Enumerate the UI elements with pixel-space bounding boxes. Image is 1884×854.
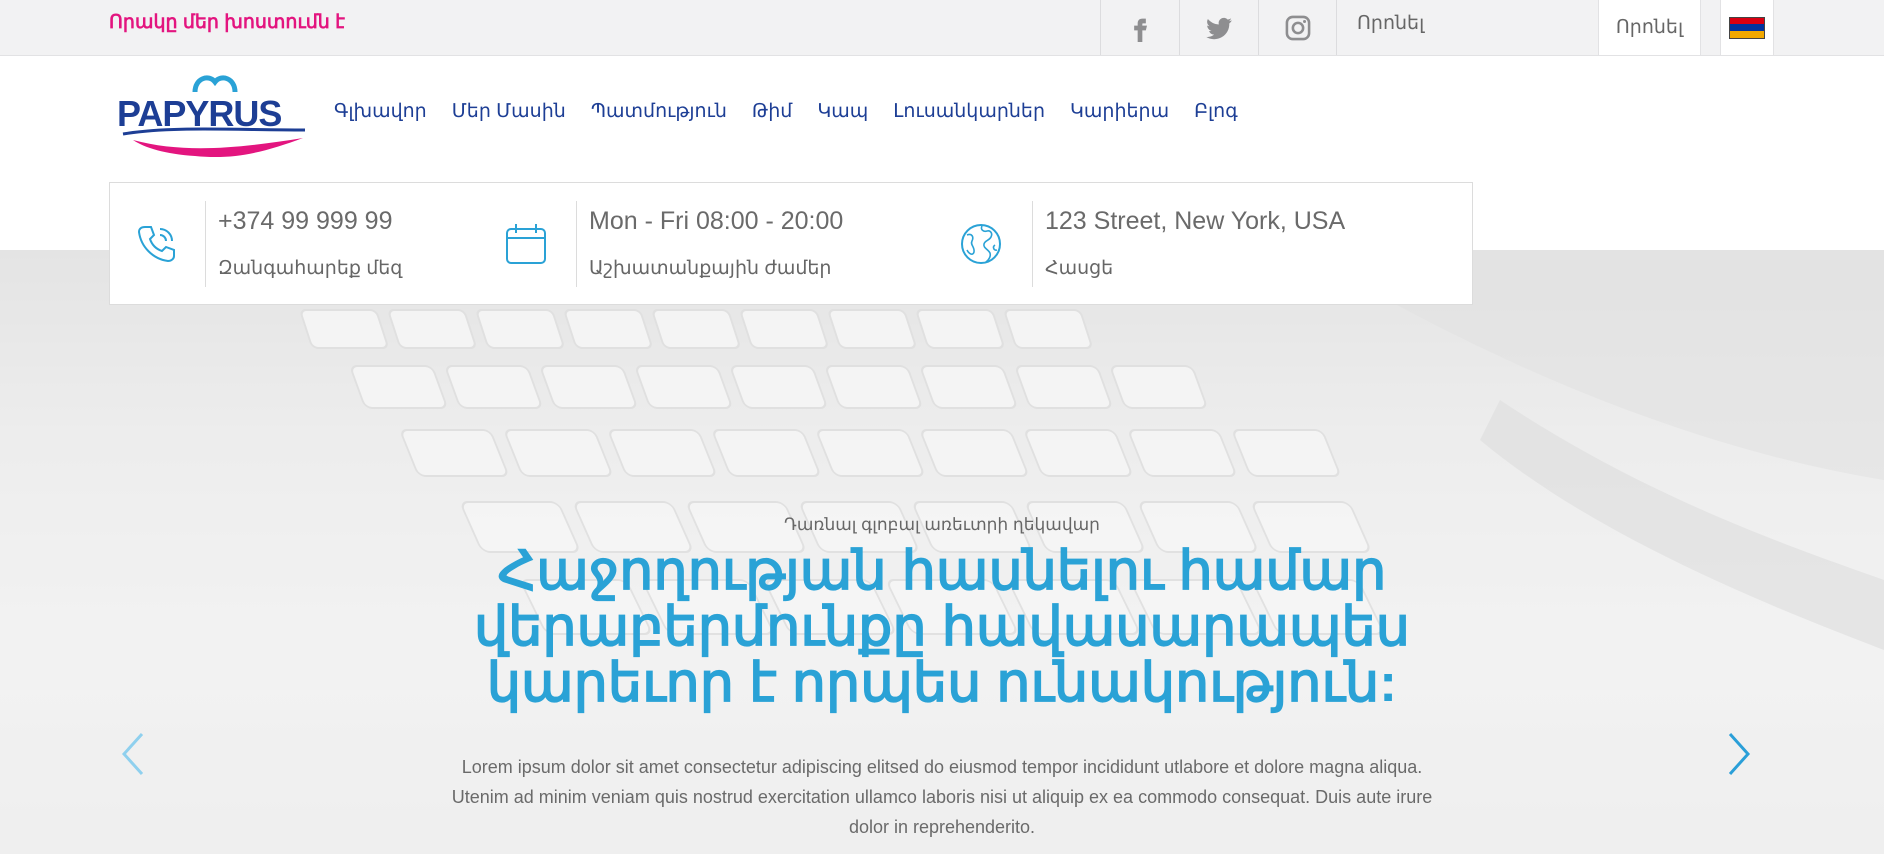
phone-icon [137, 226, 175, 263]
globe-icon [961, 224, 1001, 264]
address: 123 Street, New York, USA [1045, 207, 1346, 235]
phone-number[interactable]: +374 99 999 99 [218, 207, 392, 236]
slider-next-button[interactable] [1722, 730, 1756, 778]
phone-label: Զանգահարեք մեզ [218, 258, 403, 279]
hero-body-text: Lorem ipsum dolor sit amet consectetur a… [451, 757, 1433, 837]
facebook-link[interactable] [1100, 0, 1179, 55]
facebook-icon [1134, 18, 1147, 42]
address-label: Հասցե [1045, 258, 1114, 279]
armenian-flag-icon [1729, 16, 1765, 39]
info-separator [205, 201, 206, 287]
nav-item-blog[interactable]: Բլոգ [1194, 100, 1238, 123]
papyrus-logo[interactable]: PAPYRUS [115, 68, 309, 158]
info-separator [576, 201, 577, 287]
nav-item-team[interactable]: Թիմ [752, 100, 792, 123]
nav-item-contact[interactable]: Կապ [817, 100, 868, 123]
instagram-icon [1285, 15, 1310, 40]
calendar-icon [506, 224, 546, 264]
svg-text:PAPYRUS: PAPYRUS [117, 93, 281, 134]
info-separator [1032, 201, 1033, 287]
search-input[interactable]: Որոնել [1357, 12, 1424, 35]
tagline: Որակը մեր խոստումն է [109, 12, 345, 33]
nav-item-gallery[interactable]: Լուսանկարներ [893, 100, 1045, 123]
instagram-link[interactable] [1258, 0, 1337, 55]
language-switcher[interactable] [1720, 0, 1774, 55]
search-button[interactable]: Որոնել [1598, 0, 1701, 55]
nav-item-about[interactable]: Մեր Մասին [452, 100, 566, 123]
nav-item-home[interactable]: Գլխավոր [334, 100, 427, 123]
slider-prev-button[interactable] [116, 730, 150, 778]
twitter-link[interactable] [1179, 0, 1258, 55]
hero-eyebrow: Դառնալ գլոբալ առեւտրի ղեկավար [784, 515, 1100, 534]
main-nav: Գլխավոր Մեր Մասին Պատմություն Թիմ Կապ Լո… [334, 100, 1263, 123]
nav-item-history[interactable]: Պատմություն [591, 100, 727, 123]
hero-headline: Հաջողության հասնելու համար վերաբերմունքը… [473, 541, 1411, 713]
twitter-icon [1206, 17, 1232, 39]
contact-info-bar: +374 99 999 99 Զանգահարեք մեզ Mon - Fri … [109, 182, 1473, 305]
nav-item-careers[interactable]: Կարիերա [1070, 100, 1169, 123]
working-hours-label: Աշխատանքային ժամեր [589, 258, 832, 279]
top-bar: Որակը մեր խոստումն է Որոնել Որոնել [0, 0, 1884, 56]
working-hours: Mon - Fri 08:00 - 20:00 [589, 207, 844, 235]
